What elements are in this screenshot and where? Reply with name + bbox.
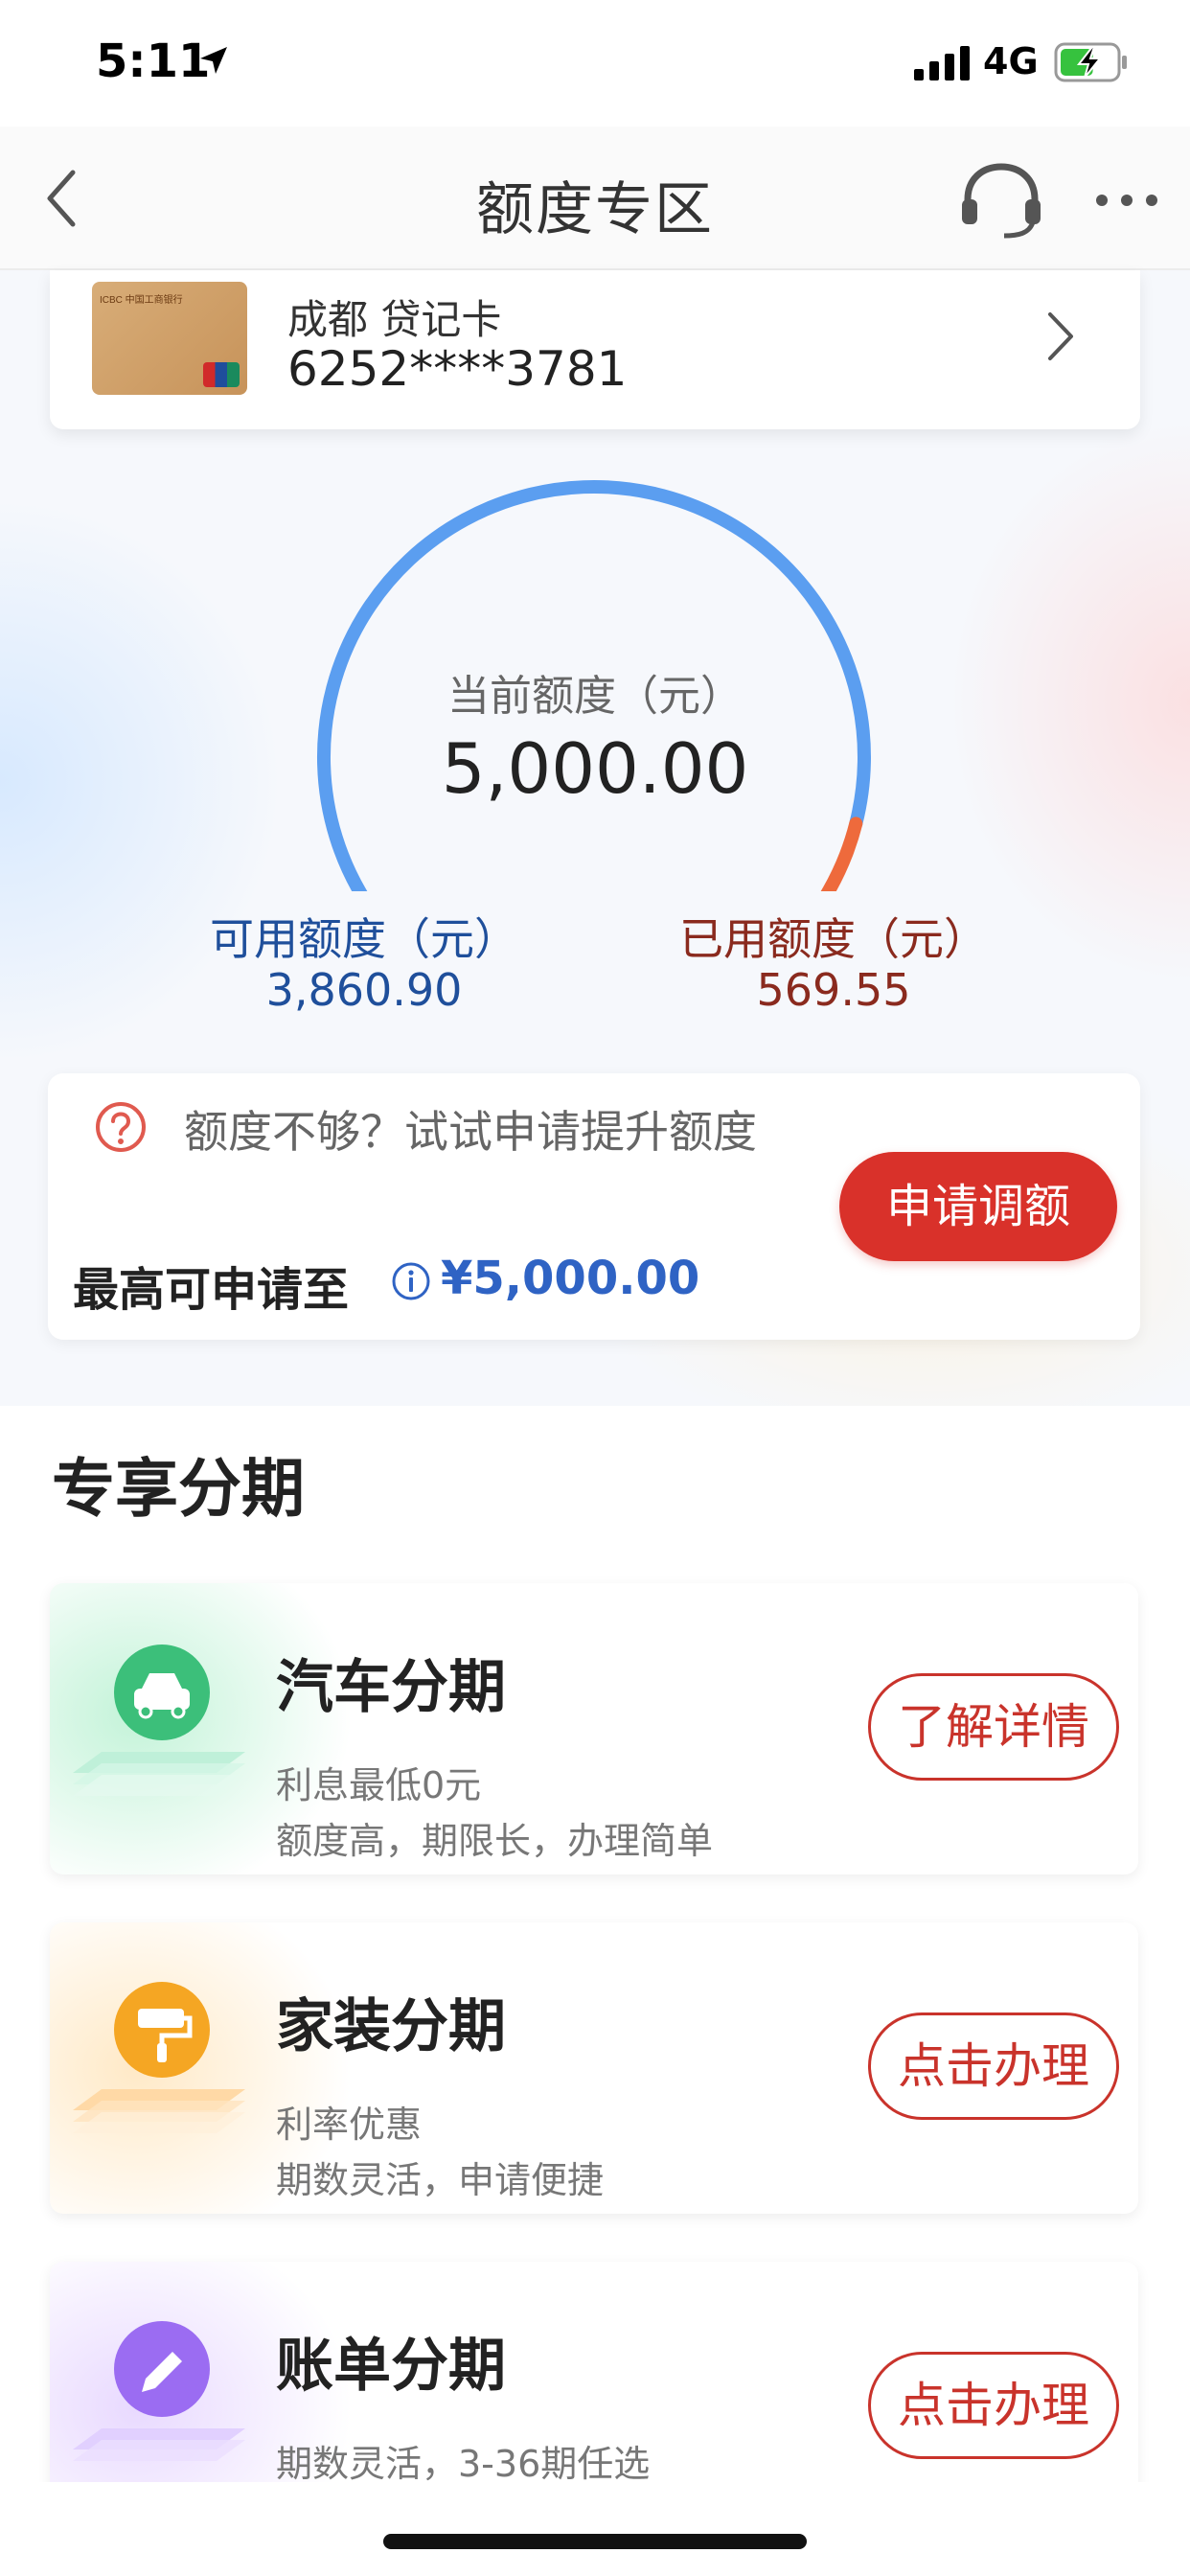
max-apply-label: 最高可申请至 xyxy=(73,1263,350,1317)
installment-title-bill: 账单分期 xyxy=(276,2333,506,2400)
location-arrow-icon xyxy=(200,47,227,74)
car-installment-details-button[interactable]: 了解详情 xyxy=(868,1673,1119,1781)
headset-icon[interactable] xyxy=(958,161,1044,242)
installment-title-car: 汽车分期 xyxy=(276,1654,506,1721)
apply-increase-button[interactable]: 申请调额 xyxy=(839,1152,1117,1261)
installment-line1-car: 利息最低0元 xyxy=(276,1764,482,1806)
current-limit-label: 当前额度（元） xyxy=(447,672,743,721)
chevron-right-icon xyxy=(1048,312,1073,360)
gauge-used-arc xyxy=(820,816,863,891)
car-icon xyxy=(73,1644,245,1796)
card-thumbnail: ICBC 中国工商银行 xyxy=(92,282,247,395)
installments-section-title: 专享分期 xyxy=(52,1452,305,1526)
pencil-icon xyxy=(73,2321,245,2461)
installment-title-home: 家装分期 xyxy=(276,1993,506,2060)
signal-icon xyxy=(914,46,970,80)
info-icon[interactable] xyxy=(391,1261,431,1301)
bill-installment-apply-button[interactable]: 点击办理 xyxy=(868,2352,1119,2459)
installment-line2-home: 期数灵活，申请便捷 xyxy=(276,2159,605,2201)
max-apply-value: ¥5,000.00 xyxy=(441,1252,700,1305)
current-limit-value: 5,000.00 xyxy=(441,728,749,809)
used-limit-value: 569.55 xyxy=(756,964,911,1016)
card-name: 成都 贷记卡 xyxy=(287,296,502,343)
home-installment-apply-button[interactable]: 点击办理 xyxy=(868,2012,1119,2120)
increase-prompt: 额度不够？试试申请提升额度 xyxy=(184,1106,757,1158)
installment-line1-home: 利率优惠 xyxy=(276,2104,423,2146)
installment-line2-car: 额度高，期限长，办理简单 xyxy=(276,1820,714,1862)
bank-logo: ICBC 中国工商银行 xyxy=(100,295,183,306)
more-icon[interactable] xyxy=(1092,182,1161,218)
available-limit-label: 可用额度（元） xyxy=(210,913,518,965)
network-type: 4G xyxy=(983,40,1039,82)
bottom-safe-area xyxy=(0,2482,1190,2576)
paint-roller-icon xyxy=(73,1982,245,2133)
available-limit-value: 3,860.90 xyxy=(265,964,463,1016)
battery-charging-icon xyxy=(1054,42,1127,82)
card-number: 6252****3781 xyxy=(287,341,628,397)
status-time: 5:11 xyxy=(96,34,211,88)
unionpay-logo xyxy=(203,362,240,387)
used-limit-label: 已用额度（元） xyxy=(679,913,988,965)
question-circle-icon xyxy=(96,1102,146,1152)
home-indicator[interactable] xyxy=(383,2534,807,2549)
installment-line1-bill: 期数灵活，3-36期任选 xyxy=(276,2443,651,2485)
